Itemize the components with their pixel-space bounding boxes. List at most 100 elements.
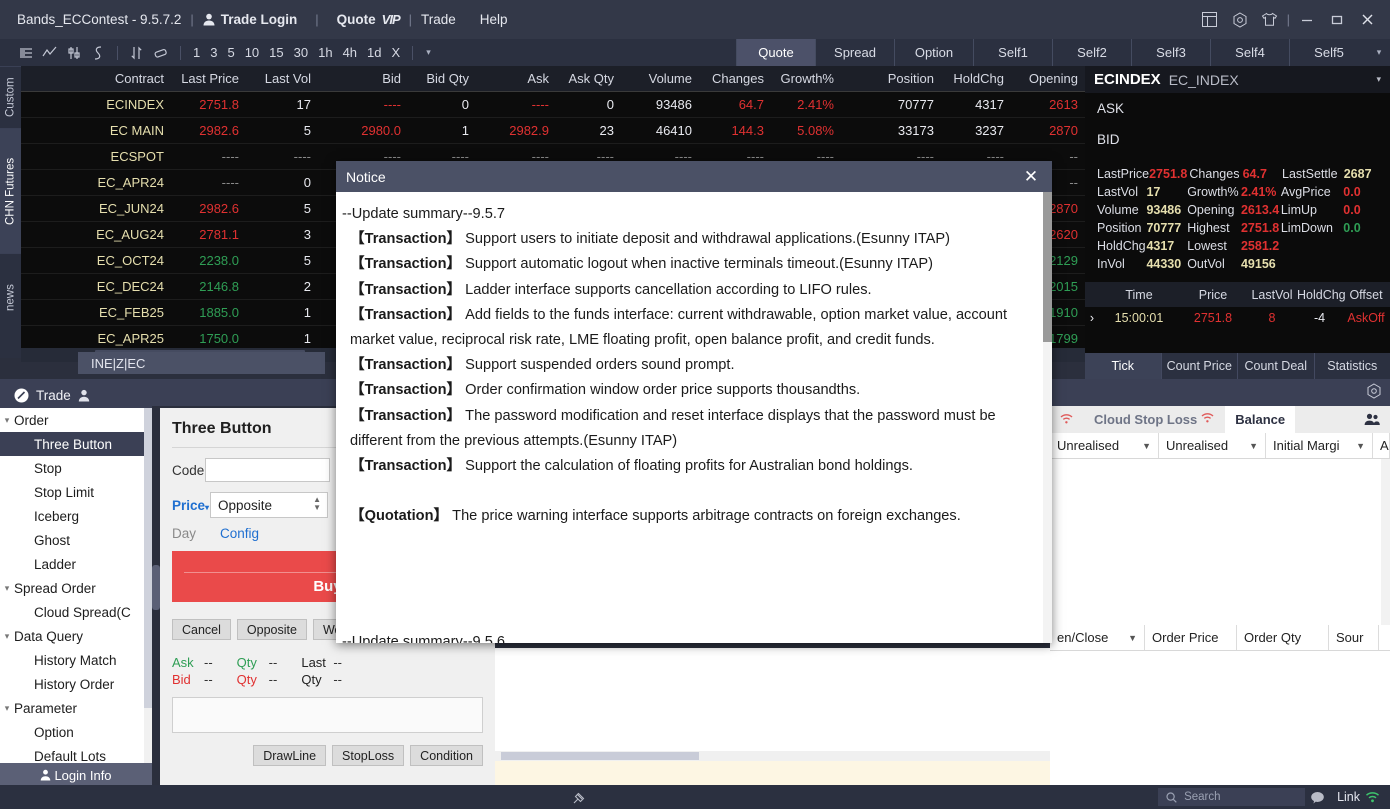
chevron-down-icon[interactable]: ▾: [0, 583, 14, 594]
tab-statistics[interactable]: Statistics: [1313, 353, 1390, 379]
nav-item-stop[interactable]: Stop: [0, 456, 152, 480]
tab-count-deal[interactable]: Count Deal: [1237, 353, 1314, 379]
scroll-thumb[interactable]: [144, 408, 152, 708]
list-icon[interactable]: [14, 41, 38, 65]
col-header-opening[interactable]: Opening: [1011, 71, 1085, 86]
chat-icon[interactable]: [1305, 791, 1329, 804]
order-button-cancel[interactable]: Cancel: [172, 619, 231, 640]
code-input[interactable]: [205, 458, 330, 482]
quote-menu[interactable]: Quote VIP: [337, 12, 401, 27]
tick-col-offset[interactable]: Offset: [1342, 288, 1390, 302]
user-icon[interactable]: [78, 389, 90, 402]
chevron-down-icon[interactable]: ▼: [1249, 441, 1258, 451]
nav-item-order[interactable]: ▾ Order: [0, 408, 152, 432]
nav-item-three-button[interactable]: Three Button: [0, 432, 152, 456]
target-icon[interactable]: [1225, 5, 1255, 35]
account-vscrollbar[interactable]: [1381, 459, 1390, 625]
eraser-icon[interactable]: [149, 41, 173, 65]
nav-item-ghost[interactable]: Ghost: [0, 528, 152, 552]
timeframe-30[interactable]: 30: [289, 45, 313, 60]
nav-item-cloud-spread-c[interactable]: Cloud Spread(C: [0, 600, 152, 624]
order-col-sour[interactable]: Sour: [1329, 625, 1379, 650]
close-icon[interactable]: [1352, 5, 1382, 35]
account-col-initial-margi[interactable]: Initial Margi ▼: [1266, 433, 1373, 458]
tab-tick[interactable]: Tick: [1085, 353, 1161, 379]
nav-item-spread-order[interactable]: ▾ Spread Order: [0, 576, 152, 600]
timeframe-3[interactable]: 3: [205, 45, 222, 60]
compare-icon[interactable]: [125, 41, 149, 65]
order-button-opposite[interactable]: Opposite: [236, 619, 307, 640]
chevron-down-icon[interactable]: ▼: [1128, 633, 1137, 643]
nav-item-parameter[interactable]: ▾ Parameter: [0, 696, 152, 720]
trade-menu[interactable]: Trade: [421, 12, 456, 27]
satellite-icon[interactable]: [567, 790, 591, 805]
toolbar-more-caret[interactable]: ▾: [420, 47, 437, 58]
timeframe-1d[interactable]: 1d: [362, 45, 386, 60]
order-col-orderqty[interactable]: Order Qty: [1237, 625, 1329, 650]
indicator-icon[interactable]: [62, 41, 86, 65]
tree-scrollbar[interactable]: [144, 408, 152, 763]
accounts-icon[interactable]: [1354, 406, 1390, 433]
col-header-lastprice[interactable]: Last Price: [171, 71, 246, 86]
scroll-thumb[interactable]: [501, 752, 699, 760]
tab-self5[interactable]: Self5: [1289, 39, 1368, 66]
vtab-chn-futures[interactable]: CHN Futures: [0, 128, 21, 253]
table-row[interactable]: EC MAIN 2982.6 5 2980.0 1 2982.9 23 46410 144.3 5…: [21, 118, 1085, 144]
timeframe-4h[interactable]: 4h: [338, 45, 362, 60]
timeframe-15[interactable]: 15: [264, 45, 288, 60]
price-type-select[interactable]: Opposite ▲ ▼: [210, 492, 328, 518]
tab-self1[interactable]: Self1: [973, 39, 1052, 66]
chevron-down-icon[interactable]: ▾: [0, 703, 14, 714]
maximize-icon[interactable]: [1322, 5, 1352, 35]
account-col-unrealised[interactable]: Unrealised ▼: [1159, 433, 1266, 458]
quote-detail-header[interactable]: ECINDEX EC_INDEX ▾: [1085, 66, 1390, 93]
tab-spread[interactable]: Spread: [815, 39, 894, 66]
zigzag-icon[interactable]: [86, 41, 110, 65]
nav-item-iceberg[interactable]: Iceberg: [0, 504, 152, 528]
notice-scrollbar[interactable]: [1043, 192, 1052, 643]
nav-item-ladder[interactable]: Ladder: [0, 552, 152, 576]
col-header-changes[interactable]: Changes: [699, 71, 771, 86]
col-header-volume[interactable]: Volume: [621, 71, 699, 86]
nav-item-data-query[interactable]: ▾ Data Query: [0, 624, 152, 648]
tab-overflow-caret[interactable]: ▾: [1368, 39, 1390, 66]
nav-item-default-lots[interactable]: Default Lots: [0, 744, 152, 764]
order-col-enclose[interactable]: en/Close ▼: [1050, 625, 1145, 650]
config-link[interactable]: Config: [220, 526, 259, 541]
link-status[interactable]: Link: [1337, 790, 1380, 804]
tick-col-holdchg[interactable]: HoldChg: [1297, 288, 1346, 302]
gear-icon[interactable]: [1366, 383, 1382, 402]
center-hscrollbar[interactable]: [495, 751, 1055, 761]
spinner-icon[interactable]: ▲ ▼: [313, 496, 321, 512]
shirt-icon[interactable]: [1255, 5, 1285, 35]
nav-item-history-order[interactable]: History Order: [0, 672, 152, 696]
nav-item-stop-limit[interactable]: Stop Limit: [0, 480, 152, 504]
notice-title-bar[interactable]: Notice ✕: [336, 161, 1052, 192]
timeframe-10[interactable]: 10: [240, 45, 264, 60]
order-button-drawline[interactable]: DrawLine: [253, 745, 327, 766]
scroll-thumb[interactable]: [1043, 192, 1052, 342]
login-info-button[interactable]: Login Info: [0, 763, 152, 787]
order-note-field[interactable]: [172, 697, 483, 733]
col-header-bidqty[interactable]: Bid Qty: [408, 71, 476, 86]
chevron-down-icon[interactable]: ▾: [0, 415, 14, 426]
chevron-down-icon[interactable]: ▾: [0, 631, 14, 642]
tab-option[interactable]: Option: [894, 39, 973, 66]
order-col-orderprice[interactable]: Order Price: [1145, 625, 1237, 650]
col-header-growth[interactable]: Growth%: [771, 71, 841, 86]
tab-count-price[interactable]: Count Price: [1160, 353, 1238, 379]
timeframe-1h[interactable]: 1h: [313, 45, 337, 60]
nav-item-history-match[interactable]: History Match: [0, 648, 152, 672]
order-button-condition[interactable]: Condition: [410, 745, 483, 766]
search-input[interactable]: Search: [1158, 788, 1306, 806]
timeframe-X[interactable]: X: [387, 45, 406, 60]
timeframe-1[interactable]: 1: [188, 45, 205, 60]
tab-self4[interactable]: Self4: [1210, 39, 1289, 66]
col-header-holdchg[interactable]: HoldChg: [941, 71, 1011, 86]
close-icon[interactable]: ✕: [1020, 166, 1042, 188]
layout-icon[interactable]: [1195, 5, 1225, 35]
chart-line-icon[interactable]: [38, 41, 62, 65]
chevron-down-icon[interactable]: ▾: [1376, 74, 1381, 85]
nav-item-option[interactable]: Option: [0, 720, 152, 744]
col-header-askqty[interactable]: Ask Qty: [556, 71, 621, 86]
